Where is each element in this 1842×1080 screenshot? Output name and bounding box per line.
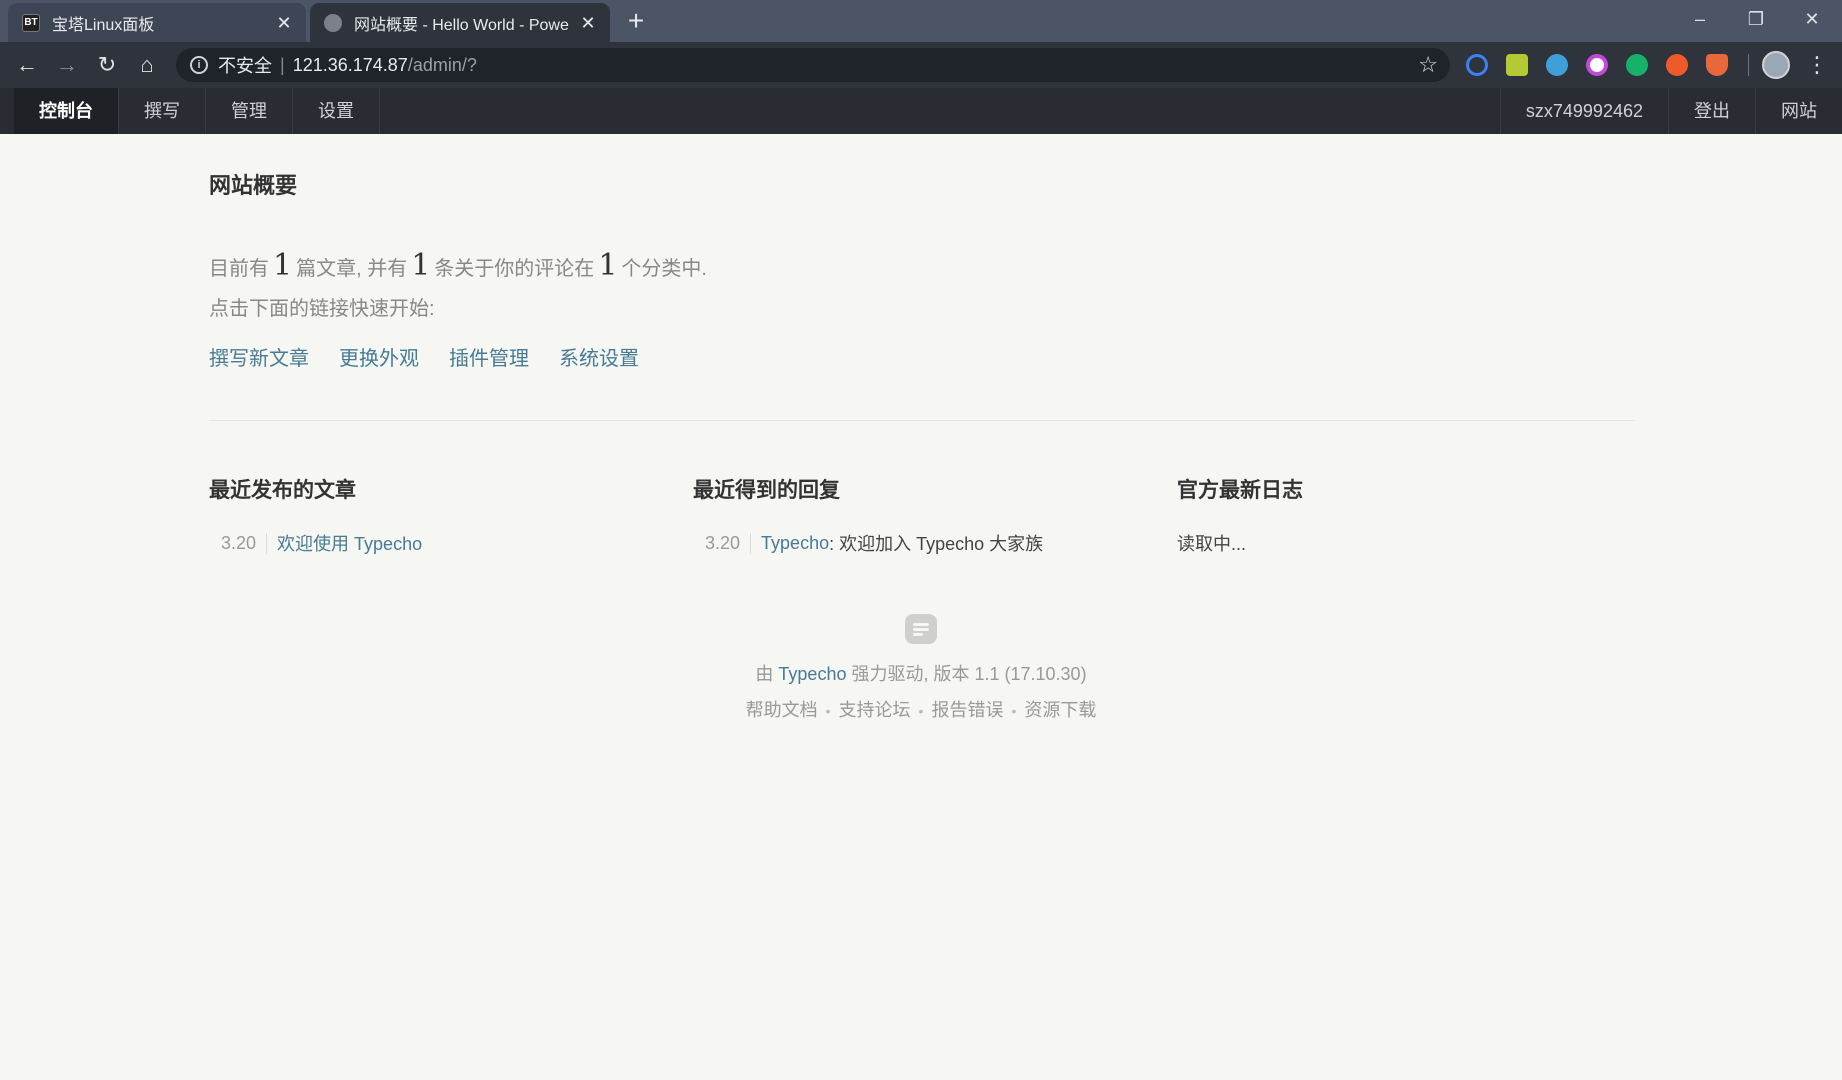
window-close-icon[interactable]: ✕ <box>1784 0 1840 38</box>
recent-posts: 最近发布的文章 3.20 欢迎使用 Typecho <box>209 474 669 556</box>
url-host: 121.36.174.87 <box>292 54 408 75</box>
close-tab-icon[interactable]: ✕ <box>274 13 294 33</box>
summary-text: 条关于你的评论在 <box>434 258 595 280</box>
back-icon[interactable]: ← <box>12 50 42 80</box>
nav-dashboard[interactable]: 控制台 <box>14 88 119 134</box>
separator-dot: • <box>918 703 924 719</box>
comment-date: 3.20 <box>693 532 752 554</box>
nav-settings[interactable]: 设置 <box>293 88 380 134</box>
admin-nav: 控制台 撰写 管理 设置 szx749992462 登出 网站 <box>0 88 1842 134</box>
quick-links: 撰写新文章 更换外观 插件管理 系统设置 <box>209 342 639 371</box>
restore-icon[interactable]: ❐ <box>1728 0 1784 38</box>
link-report-bug[interactable]: 报告错误 <box>931 700 1003 720</box>
minimize-icon[interactable]: – <box>1672 0 1728 38</box>
version-text: 强力驱动, 版本 1.1 (17.10.30) <box>851 664 1087 684</box>
link-write-post[interactable]: 撰写新文章 <box>209 342 309 371</box>
bt-favicon-icon: BT <box>22 13 40 32</box>
typecho-logo-icon <box>905 614 937 644</box>
browser-tab-bt-panel[interactable]: BT 宝塔Linux面板 ✕ <box>8 3 306 42</box>
nav-logout[interactable]: 登出 <box>1668 88 1755 134</box>
extension-icon[interactable] <box>1586 54 1608 76</box>
summary-text: 个分类中. <box>621 258 707 280</box>
nav-left: 控制台 撰写 管理 设置 <box>14 88 380 134</box>
official-log: 官方最新日志 读取中... <box>1177 474 1637 556</box>
profile-avatar[interactable] <box>1762 51 1790 79</box>
url-separator: | <box>280 54 285 75</box>
grammarly-icon[interactable] <box>1626 54 1648 76</box>
recent-posts-title: 最近发布的文章 <box>209 479 356 502</box>
post-date: 3.20 <box>209 532 268 554</box>
site-info-icon[interactable]: i <box>190 56 208 74</box>
extension-icon[interactable] <box>1506 54 1528 76</box>
tab-title: 宝塔Linux面板 <box>52 16 155 34</box>
home-icon[interactable]: ⌂ <box>132 50 162 80</box>
link-support-forum[interactable]: 支持论坛 <box>839 700 911 720</box>
typecho-link[interactable]: Typecho <box>778 664 846 684</box>
powered-by: 由 Typecho 强力驱动, 版本 1.1 (17.10.30) <box>0 660 1842 686</box>
site-summary: 目前有 1 篇文章, 并有 1 条关于你的评论在 1 个分类中. <box>209 248 707 283</box>
browser-tab-admin[interactable]: 网站概要 - Hello World - Powe ✕ <box>310 3 610 42</box>
summary-text: 篇文章, 并有 <box>296 258 408 280</box>
separator-dot: • <box>825 703 831 719</box>
footer: 由 Typecho 强力驱动, 版本 1.1 (17.10.30) 帮助文档 • 支… <box>0 614 1842 722</box>
list-item: 3.20 欢迎使用 Typecho <box>209 530 669 556</box>
extension-icon[interactable] <box>1706 54 1728 76</box>
page-title: 网站概要 <box>209 173 298 198</box>
post-link[interactable]: 欢迎使用 Typecho <box>277 530 422 556</box>
extension-check-icon[interactable] <box>1466 54 1488 76</box>
browser-tab-strip: BT 宝塔Linux面板 ✕ 网站概要 - Hello World - Powe… <box>0 0 1842 42</box>
official-log-title: 官方最新日志 <box>1177 479 1303 502</box>
kebab-menu-icon[interactable]: ⋮ <box>1806 50 1828 80</box>
extension-icon[interactable] <box>1666 54 1688 76</box>
new-tab-icon[interactable]: + <box>622 7 650 36</box>
category-count: 1 <box>598 248 618 283</box>
section-divider <box>209 420 1635 421</box>
security-status: 不安全 <box>218 56 272 76</box>
bookmark-star-icon[interactable]: ☆ <box>1418 52 1438 78</box>
url-path: /admin/? <box>407 54 477 75</box>
recent-comments-title: 最近得到的回复 <box>693 479 840 502</box>
globe-favicon-icon <box>324 13 342 32</box>
toolbar-divider <box>1748 54 1749 76</box>
tab-title: 网站概要 - Hello World - Powe <box>354 16 569 34</box>
forward-icon[interactable]: → <box>52 50 82 80</box>
close-tab-icon[interactable]: ✕ <box>578 13 598 33</box>
summary-text: 目前有 <box>209 258 269 280</box>
comment-text: : 欢迎加入 Typecho 大家族 <box>829 534 1044 554</box>
quickstart-text: 点击下面的链接快速开始: <box>209 298 435 320</box>
browser-toolbar: ← → ↻ ⌂ i 不安全 | 121.36.174.87 /admin/? ☆… <box>0 42 1842 88</box>
nav-right: szx749992462 登出 网站 <box>1499 88 1842 134</box>
nav-write[interactable]: 撰写 <box>119 88 206 134</box>
post-count: 1 <box>273 248 293 283</box>
link-downloads[interactable]: 资源下载 <box>1024 700 1096 720</box>
nav-site[interactable]: 网站 <box>1755 88 1842 134</box>
link-help-docs[interactable]: 帮助文档 <box>746 700 818 720</box>
list-item: 3.20 Typecho: 欢迎加入 Typecho 大家族 <box>693 530 1153 556</box>
reload-icon[interactable]: ↻ <box>92 50 122 80</box>
link-change-theme[interactable]: 更换外观 <box>339 342 419 371</box>
powered-text: 由 <box>755 664 774 684</box>
link-plugins[interactable]: 插件管理 <box>449 342 529 371</box>
recent-comments: 最近得到的回复 3.20 Typecho: 欢迎加入 Typecho 大家族 <box>693 474 1153 556</box>
link-system-settings[interactable]: 系统设置 <box>559 342 639 371</box>
nav-manage[interactable]: 管理 <box>206 88 293 134</box>
footer-links: 帮助文档 • 支持论坛 • 报告错误 • 资源下载 <box>0 696 1842 722</box>
loading-text: 读取中... <box>1177 534 1247 554</box>
nav-username[interactable]: szx749992462 <box>1499 88 1668 134</box>
separator-dot: • <box>1011 703 1017 719</box>
comment-author-link[interactable]: Typecho <box>761 533 829 554</box>
extension-icon[interactable] <box>1546 54 1568 76</box>
address-bar[interactable]: i 不安全 | 121.36.174.87 /admin/? ☆ <box>176 48 1450 82</box>
comment-count: 1 <box>411 248 431 283</box>
